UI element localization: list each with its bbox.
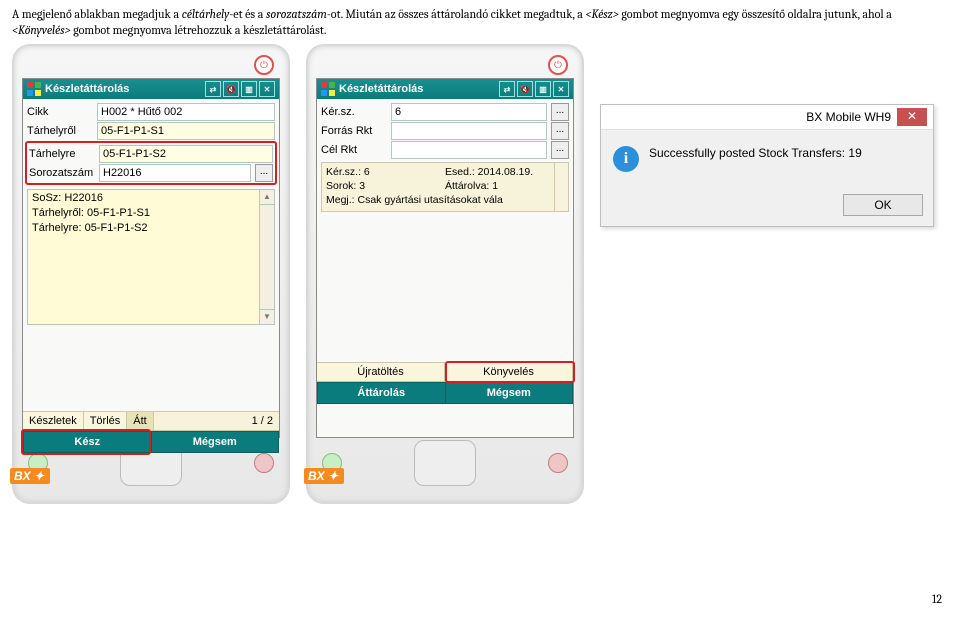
intro-text: A megjelenő ablakban megadjuk a céltárhe… [12,6,948,38]
battery-icon: ▥ [535,81,551,97]
power-icon: ⏻ [254,55,274,75]
ok-button[interactable]: OK [843,194,923,216]
field-forras[interactable] [391,122,547,140]
lookup-button[interactable]: ... [255,164,273,182]
toolbar-mid: Készletek Törlés Átt 1 / 2 [23,411,279,431]
label-cikk: Cikk [27,106,93,118]
btn-ujratoltes[interactable]: Újratöltés [317,363,445,381]
btn-torles[interactable]: Törlés [84,412,128,430]
toolbar-mid-2: Újratöltés Könyvelés [317,362,573,382]
btn-attarolas[interactable]: Áttárolás [317,382,446,404]
list-item: Tárhelyre: 05-F1-P1-S2 [32,222,270,237]
field-sorozatszam[interactable]: H22016 [99,164,251,182]
label-forras: Forrás Rkt [321,125,387,137]
app-title: Készletáttárolás [45,83,129,95]
btn-megsem[interactable]: Mégsem [446,382,574,404]
lookup-button[interactable]: ... [551,141,569,159]
label-tarhelyre: Tárhelyre [29,148,95,160]
titlebar-2: Készletáttárolás ⇄ 🔇 ▥ ✕ [317,79,573,99]
scroll-up-icon[interactable]: ▲ [260,190,274,205]
titlebar-1: Készletáttárolás ⇄ 🔇 ▥ ✕ [23,79,279,99]
volume-icon: 🔇 [223,81,239,97]
power-icon: ⏻ [548,55,568,75]
bx-logo: BX ✦ [304,468,344,484]
btn-att[interactable]: Átt [127,412,153,430]
pda-device-1: ⏻ Készletáttárolás ⇄ 🔇 ▥ ✕ Cikk H002 * H… [12,44,290,504]
info-icon: i [613,146,639,172]
summary-panel: Kér.sz.: 6Esed.: 2014.08.19. Sorok: 3Átt… [321,162,569,212]
btn-konyveles[interactable]: Könyvelés [445,363,573,381]
label-sorozatszam: Sorozatszám [29,167,95,179]
counter: 1 / 2 [246,412,279,430]
bx-logo: BX ✦ [10,468,50,484]
status-icon: ⇄ [499,81,515,97]
field-cikk[interactable]: H002 * Hűtő 002 [97,103,275,121]
close-icon[interactable]: ✕ [259,81,275,97]
hw-end-icon [254,453,274,473]
app-title: Készletáttárolás [339,83,423,95]
btn-megsem[interactable]: Mégsem [152,431,280,453]
list-item: Tárhelyről: 05-F1-P1-S1 [32,207,270,222]
windows-flag-icon [27,82,41,96]
dialog-message: Successfully posted Stock Transfers: 19 [649,146,862,160]
field-tarhelyre[interactable]: 05-F1-P1-S2 [99,145,273,163]
dialog-close-button[interactable]: ✕ [897,108,927,126]
windows-flag-icon [321,82,335,96]
hw-end-icon [548,453,568,473]
field-kersz[interactable]: 6 [391,103,547,121]
item-list[interactable]: SoSz: H22016 Tárhelyről: 05-F1-P1-S1 Tár… [27,189,275,325]
dialog-title: BX Mobile WH9 [607,110,897,124]
lookup-button[interactable]: ... [551,103,569,121]
scrollbar[interactable] [554,163,568,211]
highlight-targets: Tárhelyre 05-F1-P1-S2 Sorozatszám H22016… [25,141,277,185]
list-item: SoSz: H22016 [32,192,270,207]
label-kersz: Kér.sz. [321,106,387,118]
pda-device-2: ⏻ Készletáttárolás ⇄ 🔇 ▥ ✕ Kér.sz. 6 ... [306,44,584,504]
battery-icon: ▥ [241,81,257,97]
label-tarhelyrol: Tárhelyről [27,125,93,137]
field-cel[interactable] [391,141,547,159]
status-icon: ⇄ [205,81,221,97]
message-dialog: BX Mobile WH9 ✕ i Successfully posted St… [600,104,934,227]
lookup-button[interactable]: ... [551,122,569,140]
volume-icon: 🔇 [517,81,533,97]
label-cel: Cél Rkt [321,144,387,156]
btn-kesz[interactable]: Kész [23,431,152,453]
scrollbar[interactable]: ▲ ▼ [259,189,275,325]
close-icon[interactable]: ✕ [553,81,569,97]
page-number: 12 [12,592,948,606]
dpad [414,440,476,486]
scroll-down-icon[interactable]: ▼ [260,309,274,324]
field-tarhelyrol[interactable]: 05-F1-P1-S1 [97,122,275,140]
btn-keszletek[interactable]: Készletek [23,412,84,430]
